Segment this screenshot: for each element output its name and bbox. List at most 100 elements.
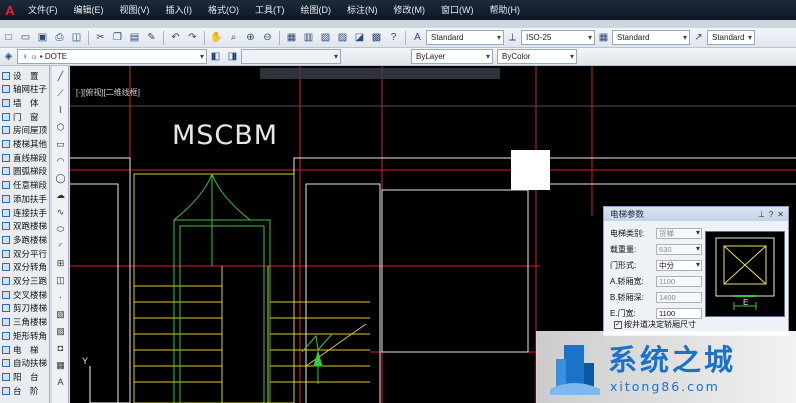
menu-tools[interactable]: 工具(T)	[247, 0, 293, 20]
menu-help[interactable]: 帮助(H)	[482, 0, 529, 20]
palette-item[interactable]: 双分转角	[2, 262, 47, 273]
palette-item[interactable]: 楼梯其他	[2, 139, 47, 150]
palette-item[interactable]: 双分平行	[2, 248, 47, 259]
gradient-icon[interactable]: ▨	[54, 325, 67, 337]
palette-item[interactable]: 连接扶手	[2, 207, 47, 218]
close-icon[interactable]: ✕	[777, 210, 784, 219]
lineweight-select[interactable]: ByColor	[497, 49, 577, 64]
undo-icon[interactable]: ↶	[168, 30, 183, 45]
palette-item[interactable]: 三角楼梯	[2, 317, 47, 328]
table-icon[interactable]: ▦	[54, 359, 67, 371]
make-current-layer-icon[interactable]: ◧	[208, 49, 223, 64]
palette-item[interactable]: 墙 体	[2, 97, 39, 108]
palette-item[interactable]: 自动扶梯	[2, 358, 47, 369]
menu-dimension[interactable]: 标注(N)	[339, 0, 386, 20]
palette-item[interactable]: 轴网柱子	[2, 84, 47, 95]
layer-select[interactable]: ♀ ☼ ▪ DOTE	[17, 49, 207, 64]
multiline-text-icon[interactable]: A	[54, 376, 67, 388]
region-icon[interactable]: ◘	[54, 342, 67, 354]
polygon-icon[interactable]: ⬡	[54, 121, 67, 133]
hatch-icon[interactable]: ▧	[54, 308, 67, 320]
rectangle-icon[interactable]: ▭	[54, 138, 67, 150]
circle-icon[interactable]: ◯	[54, 172, 67, 184]
ellipse-arc-icon[interactable]: ◜	[54, 240, 67, 252]
cut-icon[interactable]: ✂	[93, 30, 108, 45]
zoom-previous-icon[interactable]: ⊖	[260, 30, 275, 45]
polyline-icon[interactable]: ⌇	[54, 104, 67, 116]
car-depth-input[interactable]: 1400	[656, 291, 702, 303]
properties-icon[interactable]: ▦	[284, 30, 299, 45]
door-type-select[interactable]: 中分	[656, 259, 702, 271]
help-icon[interactable]: ?	[769, 210, 773, 219]
load-select[interactable]: 630	[656, 243, 702, 255]
palette-item[interactable]: 双分三跑	[2, 276, 47, 287]
palette-item[interactable]: 直线梯段	[2, 152, 47, 163]
menu-file[interactable]: 文件(F)	[20, 0, 66, 20]
menu-modify[interactable]: 修改(M)	[386, 0, 434, 20]
menu-view[interactable]: 视图(V)	[112, 0, 158, 20]
palette-item[interactable]: 设 置	[2, 70, 39, 81]
arc-icon[interactable]: ◠	[54, 155, 67, 167]
dim-style-select[interactable]: ISO-25	[521, 30, 595, 45]
match-properties-icon[interactable]: ✎	[144, 30, 159, 45]
viewport-label[interactable]: [-][俯视][二维线框]	[76, 87, 140, 98]
tool-palettes-icon[interactable]: ▧	[318, 30, 333, 45]
palette-item[interactable]: 门 窗	[2, 111, 39, 122]
calculator-icon[interactable]: ▩	[369, 30, 384, 45]
palette-item[interactable]: 交叉楼梯	[2, 289, 47, 300]
dialog-titlebar[interactable]: 电梯参数 ⊥ ? ✕	[604, 207, 788, 221]
menu-draw[interactable]: 绘图(D)	[293, 0, 340, 20]
palette-item[interactable]: 添加扶手	[2, 193, 47, 204]
selected-block[interactable]	[511, 150, 550, 190]
markup-icon[interactable]: ◪	[352, 30, 367, 45]
help-icon[interactable]: ?	[386, 30, 401, 45]
print-icon[interactable]: ⎙	[52, 30, 67, 45]
palette-item[interactable]: 圆弧梯段	[2, 166, 47, 177]
palette-item[interactable]: 阳 台	[2, 371, 39, 382]
color-select[interactable]	[241, 49, 341, 64]
palette-item[interactable]: 剪刀楼梯	[2, 303, 47, 314]
line-icon[interactable]: ╱	[54, 70, 67, 82]
linetype-select[interactable]: ByLayer	[411, 49, 493, 64]
palette-item[interactable]: 电 梯	[2, 344, 39, 355]
shaft-size-checkbox[interactable]: ✓	[614, 320, 622, 329]
copy-icon[interactable]: ❐	[110, 30, 125, 45]
palette-item[interactable]: 多跑楼梯	[2, 234, 47, 245]
menu-edit[interactable]: 编辑(E)	[66, 0, 112, 20]
menu-insert[interactable]: 插入(I)	[158, 0, 201, 20]
point-icon[interactable]: ·	[54, 291, 67, 303]
spline-icon[interactable]: ∿	[54, 206, 67, 218]
car-width-input[interactable]: 1100	[656, 275, 702, 287]
new-file-icon[interactable]: □	[1, 30, 16, 45]
menu-window[interactable]: 窗口(W)	[433, 0, 482, 20]
open-file-icon[interactable]: ▭	[18, 30, 33, 45]
construction-line-icon[interactable]: ⟋	[54, 87, 67, 99]
pan-icon[interactable]: ✋	[209, 30, 224, 45]
zoom-realtime-icon[interactable]: ⌕	[226, 30, 241, 45]
design-center-icon[interactable]: ▥	[301, 30, 316, 45]
ellipse-icon[interactable]: ⬭	[54, 223, 67, 235]
layer-manager-icon[interactable]: ◈	[1, 49, 16, 64]
insert-block-icon[interactable]: ⊞	[54, 257, 67, 269]
sheet-set-icon[interactable]: ▨	[335, 30, 350, 45]
text-style-select[interactable]: Standard	[426, 30, 504, 45]
elevator-type-select[interactable]: 货梯	[656, 227, 702, 239]
palette-item[interactable]: 台 阶	[2, 385, 39, 396]
preview-icon[interactable]: ◫	[69, 30, 84, 45]
palette-item[interactable]: 任意梯段	[2, 180, 47, 191]
make-block-icon[interactable]: ◫	[54, 274, 67, 286]
table-style-select[interactable]: Standard	[612, 30, 690, 45]
menu-format[interactable]: 格式(O)	[200, 0, 247, 20]
door-width-input[interactable]: 1100	[656, 307, 702, 319]
app-logo-icon[interactable]: A	[0, 0, 20, 20]
revision-cloud-icon[interactable]: ☁	[54, 189, 67, 201]
previous-layer-icon[interactable]: ◨	[225, 49, 240, 64]
palette-item[interactable]: 房间屋顶	[2, 125, 47, 136]
multileader-style-select[interactable]: Standard	[707, 30, 755, 45]
palette-item[interactable]: 矩形转角	[2, 330, 47, 341]
shaft-size-checkbox-row[interactable]: ✓ 按井道决定轿厢尺寸	[614, 319, 696, 330]
paste-icon[interactable]: ▤	[127, 30, 142, 45]
pin-icon[interactable]: ⊥	[758, 210, 765, 219]
save-icon[interactable]: ▣	[35, 30, 50, 45]
zoom-window-icon[interactable]: ⊕	[243, 30, 258, 45]
